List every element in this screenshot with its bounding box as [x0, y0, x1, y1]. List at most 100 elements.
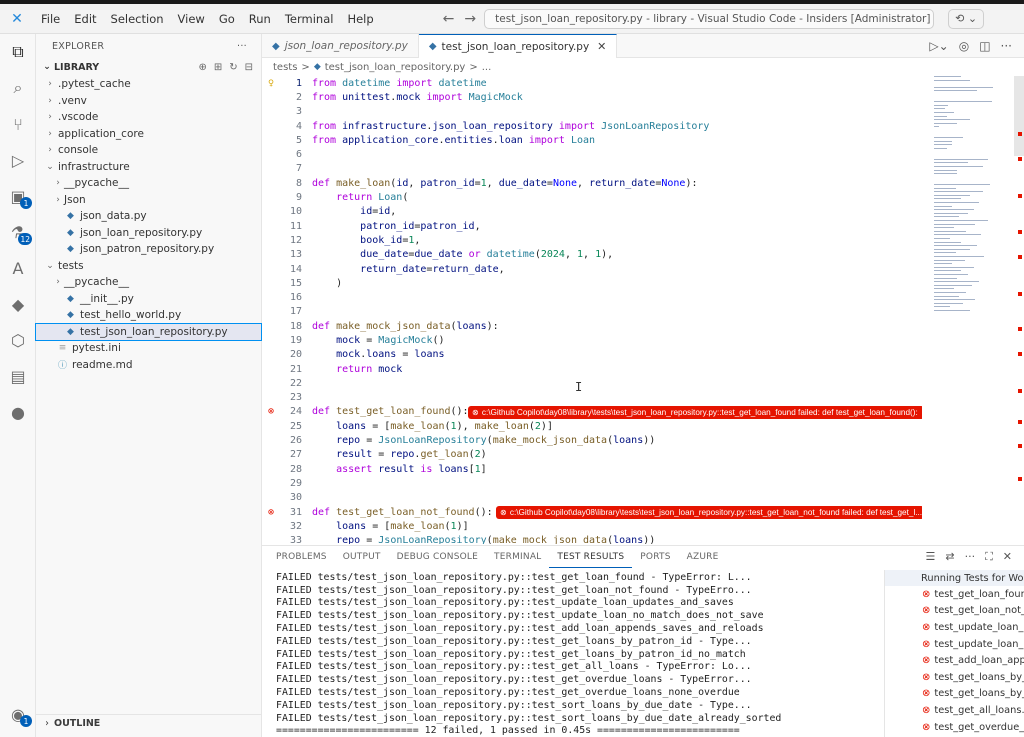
- line-number: 26: [289, 435, 302, 447]
- new-folder-icon[interactable]: ⊞: [214, 62, 222, 73]
- folder-item[interactable]: ⌄ tests: [36, 258, 261, 275]
- command-center[interactable]: test_json_loan_repository.py - library -…: [484, 8, 935, 29]
- folder-item[interactable]: › application_core: [36, 126, 261, 143]
- test-name: test_update_loan_...: [934, 621, 1024, 633]
- minimap[interactable]: [932, 76, 1014, 316]
- mouse-cursor-icon: I: [575, 380, 583, 394]
- testing-icon[interactable]: ⚗ 12: [0, 214, 36, 250]
- run-python-icon[interactable]: ▷⌄: [929, 39, 948, 53]
- folder-item[interactable]: › __pycache__: [36, 274, 261, 291]
- panel-tab-azure[interactable]: AZURE: [679, 546, 727, 568]
- code-editor[interactable]: ♀ 1 from datetime import datetime 2 from uni…: [262, 76, 922, 544]
- m365-icon[interactable]: ▤: [0, 358, 36, 394]
- swap-icon[interactable]: ⇄: [945, 550, 954, 564]
- maximize-panel-icon[interactable]: ⛶: [985, 550, 993, 564]
- menu-selection[interactable]: Selection: [104, 12, 171, 26]
- python-icon[interactable]: ◆: [0, 286, 36, 322]
- folder-item[interactable]: › console: [36, 142, 261, 159]
- panel-tab-terminal[interactable]: TERMINAL: [486, 546, 549, 568]
- copilot-menu-button[interactable]: ⟲ ⌄: [948, 8, 985, 29]
- file-item[interactable]: ◆ __init__.py: [36, 291, 261, 308]
- breadcrumb-item[interactable]: test_json_loan_repository.py: [325, 62, 466, 73]
- panel-tab-problems[interactable]: PROBLEMS: [268, 546, 335, 568]
- file-item[interactable]: ◆ test_hello_world.py: [36, 307, 261, 324]
- outline-section[interactable]: › OUTLINE: [36, 714, 262, 732]
- menu-help[interactable]: Help: [340, 12, 380, 26]
- explorer-icon[interactable]: ⧉: [0, 34, 36, 70]
- run-debug-icon[interactable]: ▷: [0, 142, 36, 178]
- test-result-item[interactable]: ⊗ test_update_loan_...: [885, 636, 1024, 653]
- test-results-tree: Running Tests for Wor... ⊗test_get_loan_…: [884, 570, 1024, 737]
- editor-scrollbar[interactable]: [1014, 76, 1024, 156]
- editor-tab[interactable]: ◆ test_json_loan_repository.py ✕: [418, 34, 618, 58]
- test-failure-message[interactable]: ⊗ c:\Github Copilot\day08\library\tests\…: [496, 505, 922, 519]
- account-icon[interactable]: ◉ 1: [0, 696, 36, 732]
- file-item[interactable]: ◆ json_data.py: [36, 208, 261, 225]
- more-actions-icon[interactable]: ···: [1001, 39, 1012, 53]
- menu-run[interactable]: Run: [242, 12, 278, 26]
- line-number: 23: [289, 392, 302, 404]
- search-icon[interactable]: ⌕: [0, 70, 36, 106]
- github-icon[interactable]: ●: [0, 394, 36, 430]
- workspace-section[interactable]: ⌄ LIBRARY ⊕ ⊞ ↻ ⊟: [36, 58, 261, 76]
- close-panel-icon[interactable]: ✕: [1003, 550, 1012, 564]
- test-result-item[interactable]: ⊗ test_get_all_loans...: [885, 702, 1024, 719]
- test-result-item[interactable]: ⊗test_get_loans_by_...: [885, 669, 1024, 686]
- collapse-all-icon[interactable]: ⊟: [245, 62, 253, 73]
- test-result-item[interactable]: ⊗test_get_loans_by_...: [885, 686, 1024, 703]
- editor-tab[interactable]: ◆ json_loan_repository.py: [262, 34, 419, 58]
- folder-item[interactable]: › .venv: [36, 93, 261, 110]
- source-control-icon[interactable]: ⑂: [0, 106, 36, 142]
- folder-item[interactable]: ⌄ infrastructure: [36, 159, 261, 176]
- test-result-item[interactable]: ⊗test_get_loan_foun...: [885, 586, 1024, 603]
- menu-edit[interactable]: Edit: [67, 12, 103, 26]
- more-actions-icon[interactable]: ···: [965, 550, 976, 564]
- breadcrumb-item[interactable]: ...: [482, 62, 492, 73]
- close-icon[interactable]: ✕: [597, 40, 606, 53]
- copilot-icon[interactable]: ◎: [959, 39, 969, 53]
- error-marker: [1018, 157, 1022, 161]
- folder-item[interactable]: › .vscode: [36, 109, 261, 126]
- folder-item[interactable]: › Json: [36, 192, 261, 209]
- azure-icon[interactable]: A: [0, 250, 36, 286]
- file-item[interactable]: ≡ pytest.ini: [36, 340, 261, 357]
- more-actions-icon[interactable]: ···: [237, 41, 247, 52]
- error-icon[interactable]: ⊗: [262, 507, 280, 518]
- panel-tab-ports[interactable]: PORTS: [632, 546, 678, 568]
- breadcrumb-item[interactable]: tests: [273, 62, 297, 73]
- panel-tab-output[interactable]: OUTPUT: [335, 546, 389, 568]
- test-output[interactable]: FAILED tests/test_json_loan_repository.p…: [276, 571, 876, 737]
- menu-go[interactable]: Go: [212, 12, 242, 26]
- menu-file[interactable]: File: [34, 12, 67, 26]
- bottom-panel: PROBLEMS OUTPUT DEBUG CONSOLE TERMINAL TEST …: [262, 545, 1024, 737]
- new-file-icon[interactable]: ⊕: [198, 62, 206, 73]
- error-icon[interactable]: ⊗: [262, 406, 280, 417]
- menu-terminal[interactable]: Terminal: [278, 12, 341, 26]
- file-item[interactable]: ⓘ readme.md: [36, 357, 261, 374]
- forward-arrow-icon[interactable]: →: [464, 11, 476, 27]
- folder-item[interactable]: › __pycache__: [36, 175, 261, 192]
- menu-view[interactable]: View: [171, 12, 212, 26]
- test-result-item[interactable]: ⊗test_add_loan_app...: [885, 652, 1024, 669]
- test-result-item[interactable]: ⊗test_get_overdue_l...: [885, 719, 1024, 736]
- lightbulb-icon[interactable]: ♀: [262, 78, 280, 89]
- file-item[interactable]: ◆ json_patron_repository.py: [36, 241, 261, 258]
- copilot-icon[interactable]: ⬡: [0, 322, 36, 358]
- test-result-item[interactable]: ⊗test_get_loan_not_...: [885, 603, 1024, 620]
- filter-list-icon[interactable]: ☰: [925, 550, 935, 564]
- file-item[interactable]: ◆ test_json_loan_repository.py: [35, 322, 262, 341]
- test-failure-message[interactable]: ⊗ c:\Github Copilot\day08\library\tests\…: [468, 405, 922, 419]
- code-line: 21 return mock: [262, 362, 922, 376]
- extensions-icon[interactable]: ▣ 1: [0, 178, 36, 214]
- refresh-icon[interactable]: ↻: [229, 62, 237, 73]
- test-result-item[interactable]: ⊗ test_update_loan_...: [885, 619, 1024, 636]
- panel-tab-test-results[interactable]: TEST RESULTS: [549, 546, 633, 568]
- error-marker: [1018, 327, 1022, 331]
- folder-item[interactable]: › .pytest_cache: [36, 76, 261, 93]
- file-item[interactable]: ◆ json_loan_repository.py: [36, 225, 261, 242]
- split-editor-icon[interactable]: ◫: [979, 39, 990, 53]
- back-arrow-icon[interactable]: ←: [443, 11, 455, 27]
- minimap-line: [934, 288, 954, 290]
- panel-tab-debug-console[interactable]: DEBUG CONSOLE: [389, 546, 486, 568]
- test-run-header[interactable]: Running Tests for Wor...: [885, 570, 1024, 586]
